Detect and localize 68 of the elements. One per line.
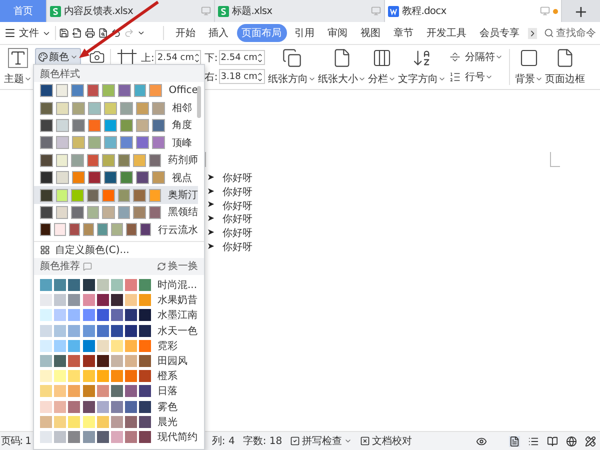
ribbon-button[interactable]: 背景: [514, 45, 544, 89]
color-scheme-item[interactable]: 视点: [34, 168, 198, 186]
color-scheme-item[interactable]: 现代简约: [34, 429, 204, 445]
color-scheme-item[interactable]: 雾色: [34, 399, 204, 414]
color-scheme-item[interactable]: 水天一色: [34, 323, 204, 338]
theme-button[interactable]: 主题: [4, 72, 32, 86]
color-scheme-item[interactable]: 黑领结: [34, 204, 198, 222]
ribbon-button[interactable]: 文字方向: [396, 45, 447, 89]
list-item-text: 你好呀: [222, 186, 253, 199]
page-number: 页码: 1: [1, 435, 31, 448]
color-scheme-item[interactable]: 角度: [34, 116, 198, 134]
document-tab[interactable]: 标题.xlsx: [215, 0, 385, 22]
color-scheme-item[interactable]: 相邻: [34, 99, 198, 117]
color-scheme-item[interactable]: 橙系: [34, 368, 204, 384]
section-title: 颜色推荐: [40, 260, 80, 274]
ribbon-tab[interactable]: 视图: [356, 24, 386, 42]
ribbon-button[interactable]: 分隔符: [448, 50, 503, 64]
color-scheme-item[interactable]: 水墨江南: [34, 308, 204, 324]
bullet-mark: ➤: [207, 214, 215, 224]
ribbon-button[interactable]: 分栏: [366, 45, 397, 89]
document-tab[interactable]: 教程.docx: [385, 0, 562, 22]
ribbon-tab[interactable]: 会员专享: [474, 24, 525, 42]
list-item-text: 你好呀: [222, 227, 253, 240]
section-title: 颜色样式: [34, 65, 204, 82]
color-scheme-item[interactable]: 奥斯汀: [34, 186, 198, 204]
field-label: 右:: [204, 70, 218, 84]
proofread-button[interactable]: 文档校对: [360, 434, 412, 448]
ribbon-button[interactable]: 纸张方向: [266, 45, 317, 89]
field-label: 下:: [204, 52, 218, 64]
ribbon-tab[interactable]: 开发工具: [422, 24, 472, 42]
list-item-text: 你好呀: [222, 172, 253, 185]
list-item-text: 你好呀: [222, 200, 253, 212]
color-scheme-item[interactable]: 顶峰: [34, 134, 198, 152]
file-menu[interactable]: 文件: [4, 26, 56, 40]
field-label: 上:: [141, 52, 154, 64]
color-scheme-item[interactable]: 日落: [34, 384, 204, 400]
ribbon-button[interactable]: 行号: [448, 70, 503, 84]
margin-field[interactable]: 3.18 cm: [218, 69, 265, 84]
refresh-button[interactable]: 换一换: [157, 259, 198, 274]
color-scheme-item[interactable]: 时尚混...: [34, 278, 204, 293]
color-scheme-item[interactable]: Office: [34, 82, 198, 100]
ribbon-button[interactable]: 页面边框: [544, 45, 586, 89]
color-scheme-item[interactable]: 行云流水: [34, 221, 198, 239]
margin-field[interactable]: 2.54 cm: [218, 50, 265, 65]
bullet-mark: ➤: [207, 172, 215, 183]
spell-check-button[interactable]: 拼写检查: [290, 434, 352, 448]
color-scheme-item[interactable]: 药剂师: [34, 152, 198, 169]
color-scheme-item[interactable]: 田园风: [34, 353, 204, 369]
ribbon-tab[interactable]: 开始: [170, 24, 201, 42]
bullet-mark: ➤: [207, 242, 215, 252]
bullet-mark: ➤: [207, 228, 215, 238]
document-tab[interactable]: 内容反馈表.xlsx: [47, 0, 215, 22]
color-scheme-item[interactable]: 霓彩: [34, 338, 204, 354]
ribbon-tab[interactable]: 引用: [290, 24, 320, 42]
color-scheme-item[interactable]: 水果奶昔: [34, 292, 204, 308]
word-count: 字数: 18: [242, 434, 282, 448]
ribbon-tab[interactable]: 章节: [388, 24, 419, 42]
search-field[interactable]: 查找命令: [544, 26, 596, 40]
new-tab-button[interactable]: +: [562, 0, 600, 22]
ribbon-button[interactable]: 纸张大小: [316, 45, 367, 89]
list-item-text: 你好呀: [222, 213, 253, 226]
list-item-text: 你好呀: [222, 240, 253, 254]
color-scheme-item[interactable]: 晨光: [34, 414, 204, 430]
bullet-mark: ➤: [207, 200, 215, 210]
ribbon-tab[interactable]: 审阅: [322, 24, 353, 42]
bullet-mark: ➤: [207, 186, 215, 197]
ribbon-tab[interactable]: 插入: [204, 24, 234, 42]
column-number: 列: 4: [212, 435, 235, 448]
